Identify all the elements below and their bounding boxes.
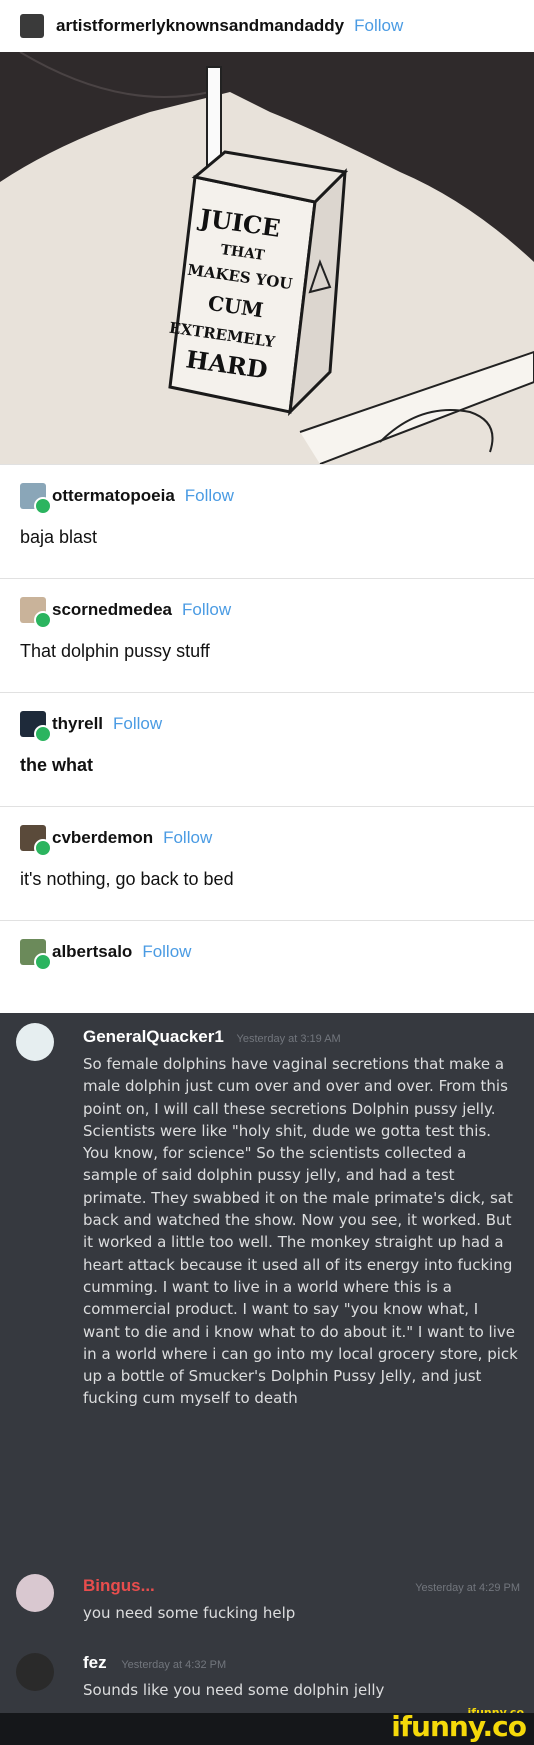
user-avatar[interactable] — [16, 1023, 54, 1061]
reblog-entry: cvberdemon Follow it's nothing, go back … — [0, 806, 534, 920]
user-avatar[interactable] — [16, 1574, 54, 1612]
reblog-follow-button[interactable]: Follow — [163, 828, 212, 848]
message-timestamp: Yesterday at 3:19 AM — [236, 1033, 341, 1045]
message-author[interactable]: fez — [83, 1653, 107, 1672]
reblog-username[interactable]: thyrell — [52, 714, 103, 734]
reblog-text: baja blast — [20, 527, 98, 547]
op-follow-button[interactable]: Follow — [354, 16, 403, 36]
reblog-icon — [34, 953, 52, 971]
message-text: Sounds like you need some dolphin jelly — [83, 1681, 385, 1699]
message-text: you need some fucking help — [83, 1604, 296, 1622]
message-timestamp: Yesterday at 4:29 PM — [415, 1582, 520, 1594]
reblog-avatar[interactable] — [20, 597, 52, 629]
message-timestamp: Yesterday at 4:32 PM — [121, 1659, 227, 1671]
footer-bar: ifunny.co — [0, 1710, 534, 1745]
reblog-username[interactable]: cvberdemon — [52, 828, 153, 848]
op-username[interactable]: artistformerlyknownsandmandaddy — [56, 16, 344, 36]
op-header: artistformerlyknownsandmandaddy Follow — [0, 0, 534, 52]
reblog-username[interactable]: scornedmedea — [52, 600, 172, 620]
message-author-line: fez Yesterday at 4:32 PM — [83, 1653, 226, 1673]
reblog-icon — [34, 611, 52, 629]
reblog-username[interactable]: albertsalo — [52, 942, 132, 962]
ifunny-watermark: ifunny.co — [391, 1710, 527, 1743]
reblog-follow-button[interactable]: Follow — [185, 486, 234, 506]
reblog-username[interactable]: ottermatopoeia — [52, 486, 175, 506]
reblog-entry: ottermatopoeia Follow baja blast — [0, 464, 534, 578]
reblog-avatar[interactable] — [20, 825, 52, 857]
reblog-avatar[interactable] — [20, 711, 52, 743]
reblog-text: it's nothing, go back to bed — [20, 869, 234, 889]
reblog-entry: albertsalo Follow — [0, 920, 534, 990]
comic-image: JUICE THAT MAKES YOU CUM EXTREMELY HARD — [0, 52, 534, 464]
reblog-avatar[interactable] — [20, 939, 52, 971]
post-container: artistformerlyknownsandmandaddy Follow J… — [0, 0, 534, 1745]
reblog-text: the what — [20, 755, 94, 775]
message-text: So female dolphins have vaginal secretio… — [83, 1055, 518, 1408]
message-author-line: Bingus... — [83, 1576, 155, 1596]
reblog-icon — [34, 725, 52, 743]
discord-chat: GeneralQuacker1 Yesterday at 3:19 AM So … — [0, 1013, 534, 1713]
op-avatar[interactable] — [20, 14, 44, 38]
reblog-icon — [34, 497, 52, 515]
reblog-icon — [34, 839, 52, 857]
reblog-entry: scornedmedea Follow That dolphin pussy s… — [0, 578, 534, 692]
reblog-follow-button[interactable]: Follow — [182, 600, 231, 620]
reblog-entry: thyrell Follow the what — [0, 692, 534, 806]
reblog-follow-button[interactable]: Follow — [113, 714, 162, 734]
message-author-line: GeneralQuacker1 Yesterday at 3:19 AM — [83, 1027, 341, 1047]
message-author[interactable]: GeneralQuacker1 — [83, 1027, 224, 1046]
reblog-avatar[interactable] — [20, 483, 52, 515]
user-avatar[interactable] — [16, 1653, 54, 1691]
reblog-follow-button[interactable]: Follow — [142, 942, 191, 962]
message-author[interactable]: Bingus... — [83, 1576, 155, 1595]
reblog-text: That dolphin pussy stuff — [20, 641, 210, 661]
juice-box-illustration: JUICE THAT MAKES YOU CUM EXTREMELY HARD — [0, 52, 534, 464]
